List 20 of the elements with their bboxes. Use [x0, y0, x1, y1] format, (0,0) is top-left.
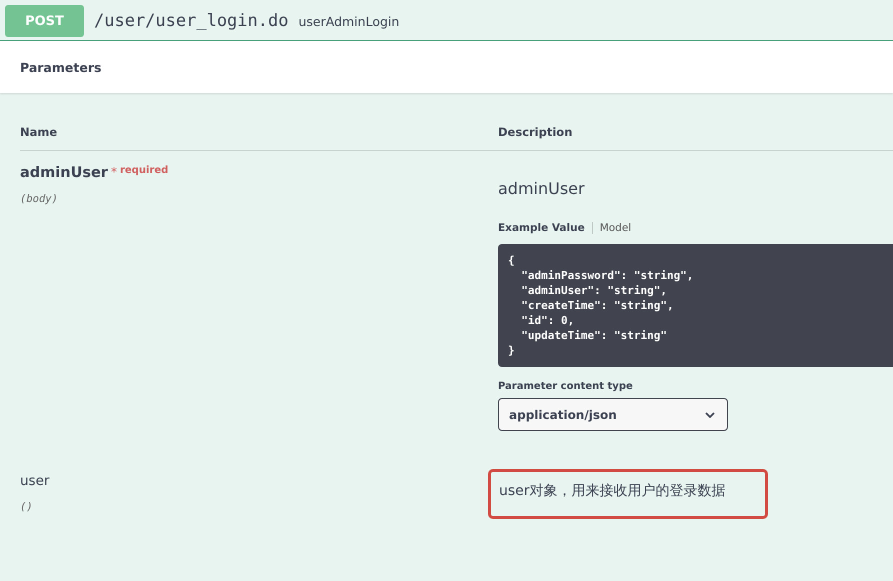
parameter-description: adminUser	[498, 179, 586, 198]
parameter-location: (body)	[20, 193, 59, 205]
example-tab[interactable]: Model	[592, 222, 638, 234]
endpoint-path: /user/user_login.do	[94, 11, 288, 31]
method-badge: POST	[5, 5, 84, 37]
chevron-down-icon	[705, 412, 715, 418]
parameter-name: user	[20, 473, 50, 489]
content-type-select[interactable]: application/json	[498, 398, 728, 431]
example-tab[interactable]: Example Value	[498, 222, 593, 234]
column-header: Description	[498, 123, 893, 151]
content-type-label: Parameter content type	[498, 381, 634, 392]
column-header: Name	[20, 123, 498, 151]
section-title: Parameters	[20, 60, 102, 74]
example-code: { "adminPassword": "string", "adminUser": "string", "createTime": "string", "id": 0, "updateTime": "string" }	[498, 244, 893, 367]
required-marker: *	[110, 165, 117, 179]
required-label: required	[120, 165, 168, 176]
parameter-description: user对象，用来接收用户的登录数据	[499, 482, 727, 500]
parameter-name: adminUser	[20, 165, 108, 181]
operation-summary: userAdminLogin	[298, 14, 400, 28]
parameter-location: ()	[20, 501, 34, 513]
